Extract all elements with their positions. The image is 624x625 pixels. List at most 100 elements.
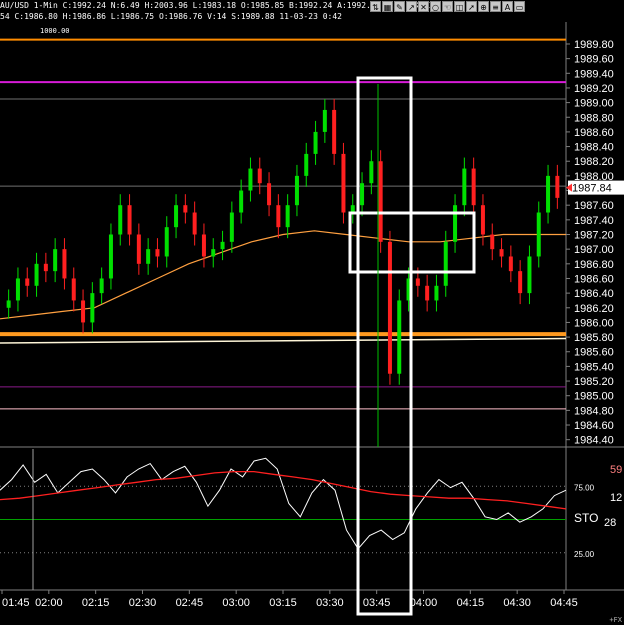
- price-chart[interactable]: 1000.00 1989.80 1989.60 1989.40 1989.20 1989.…: [0, 0, 624, 625]
- candlestick: [518, 271, 523, 294]
- candlestick: [62, 249, 67, 279]
- candlestick: [127, 205, 132, 235]
- candlestick: [229, 212, 234, 242]
- price-tick-label: 1989.80: [574, 39, 614, 51]
- candlestick: [546, 175, 551, 213]
- time-tick-label: 04:30: [503, 597, 531, 609]
- price-tick-label: 1989.40: [574, 68, 614, 80]
- time-tick-label: 04:00: [410, 597, 438, 609]
- moving-average-line: [0, 337, 567, 344]
- candlestick: [71, 278, 76, 301]
- time-tick-label: 04:15: [457, 597, 485, 609]
- candlestick: [462, 168, 467, 206]
- candlestick: [34, 263, 39, 286]
- price-tick-label: 1984.60: [574, 420, 614, 432]
- price-tick-label: 1986.40: [574, 288, 614, 300]
- time-tick-label: 02:00: [35, 597, 63, 609]
- candlestick: [90, 293, 95, 323]
- candlestick: [220, 241, 225, 250]
- price-tick-label: 1987.20: [574, 230, 614, 242]
- price-tick-label: 1989.00: [574, 98, 614, 110]
- candlestick: [108, 234, 113, 279]
- time-tick-label: 04:45: [550, 597, 578, 609]
- price-tick-label: 1988.20: [574, 156, 614, 168]
- price-tick-label: 1987.60: [574, 200, 614, 212]
- candlestick: [387, 241, 392, 374]
- candlestick: [360, 183, 365, 206]
- candlestick: [53, 249, 58, 272]
- stochastic-d-line: [0, 470, 567, 510]
- price-tick-label: 1987.40: [574, 215, 614, 227]
- price-tick-label: 1989.60: [574, 54, 614, 66]
- time-tick-label: 03:30: [316, 597, 344, 609]
- candlestick: [257, 168, 262, 184]
- candlestick: [322, 109, 327, 132]
- candlestick: [6, 300, 11, 308]
- footer-label: +FX: [609, 616, 622, 624]
- price-tick-label: 1988.40: [574, 142, 614, 154]
- candlestick: [294, 175, 299, 206]
- price-tick-label: 1984.80: [574, 405, 614, 417]
- candlestick: [201, 234, 206, 257]
- price-tick-label: 1988.60: [574, 127, 614, 139]
- candlestick: [378, 161, 383, 242]
- candlestick: [164, 227, 169, 257]
- time-tick-label: 02:45: [176, 597, 204, 609]
- candlestick: [248, 168, 253, 191]
- time-tick-label: 01:45: [2, 597, 30, 609]
- candlestick: [285, 205, 290, 228]
- price-tick-label: 1984.40: [574, 435, 614, 447]
- candlestick: [192, 212, 197, 235]
- candlestick: [425, 285, 430, 301]
- stochastic-value-label: 59: [610, 464, 622, 476]
- candlestick: [350, 205, 355, 213]
- candlestick: [369, 161, 374, 184]
- price-tick-label: 1986.20: [574, 303, 614, 315]
- candlestick: [276, 205, 281, 228]
- candlestick: [443, 241, 448, 286]
- price-tick-label: 1986.60: [574, 273, 614, 285]
- candlestick: [118, 205, 123, 235]
- candlestick: [25, 278, 30, 286]
- price-tick-label: 1987.00: [574, 244, 614, 256]
- stochastic-level-label: 75.00: [574, 483, 595, 492]
- current-price-label: 1987.84: [572, 183, 612, 195]
- candlestick: [136, 234, 141, 264]
- candlestick: [313, 131, 318, 154]
- candlestick: [15, 278, 20, 301]
- time-tick-label: 03:45: [363, 597, 391, 609]
- candlestick: [211, 249, 216, 257]
- stochastic-label: STO: [574, 511, 598, 525]
- candlestick: [555, 175, 560, 198]
- candlestick: [527, 256, 532, 294]
- candlestick: [183, 205, 188, 213]
- candlestick: [490, 234, 495, 250]
- candlestick: [536, 212, 541, 257]
- time-tick-label: 02:15: [82, 597, 110, 609]
- candlestick: [499, 249, 504, 257]
- candlestick: [174, 205, 179, 228]
- candlestick: [471, 168, 476, 206]
- candlestick: [332, 109, 337, 154]
- price-tick-label: 1989.20: [574, 83, 614, 95]
- candlestick: [341, 153, 346, 213]
- price-tick-label: 1985.60: [574, 347, 614, 359]
- price-tick-label: 1985.40: [574, 361, 614, 373]
- time-tick-label: 02:30: [129, 597, 157, 609]
- candlestick: [43, 263, 48, 272]
- time-tick-label: 03:00: [222, 597, 250, 609]
- candlestick: [434, 285, 439, 301]
- stochastic-level-label: 25.00: [574, 550, 595, 559]
- candlestick: [397, 300, 402, 374]
- candlestick: [415, 278, 420, 286]
- price-tick-label: 1986.80: [574, 259, 614, 271]
- price-tick-label: 1985.80: [574, 332, 614, 344]
- candlestick: [239, 190, 244, 213]
- candlestick: [508, 256, 513, 272]
- price-tick-label: 1985.00: [574, 391, 614, 403]
- price-tick-label: 1986.00: [574, 317, 614, 329]
- candlestick: [155, 249, 160, 257]
- stochastic-value-label: 12: [610, 492, 622, 504]
- candlestick: [267, 183, 272, 206]
- candlestick: [480, 205, 485, 235]
